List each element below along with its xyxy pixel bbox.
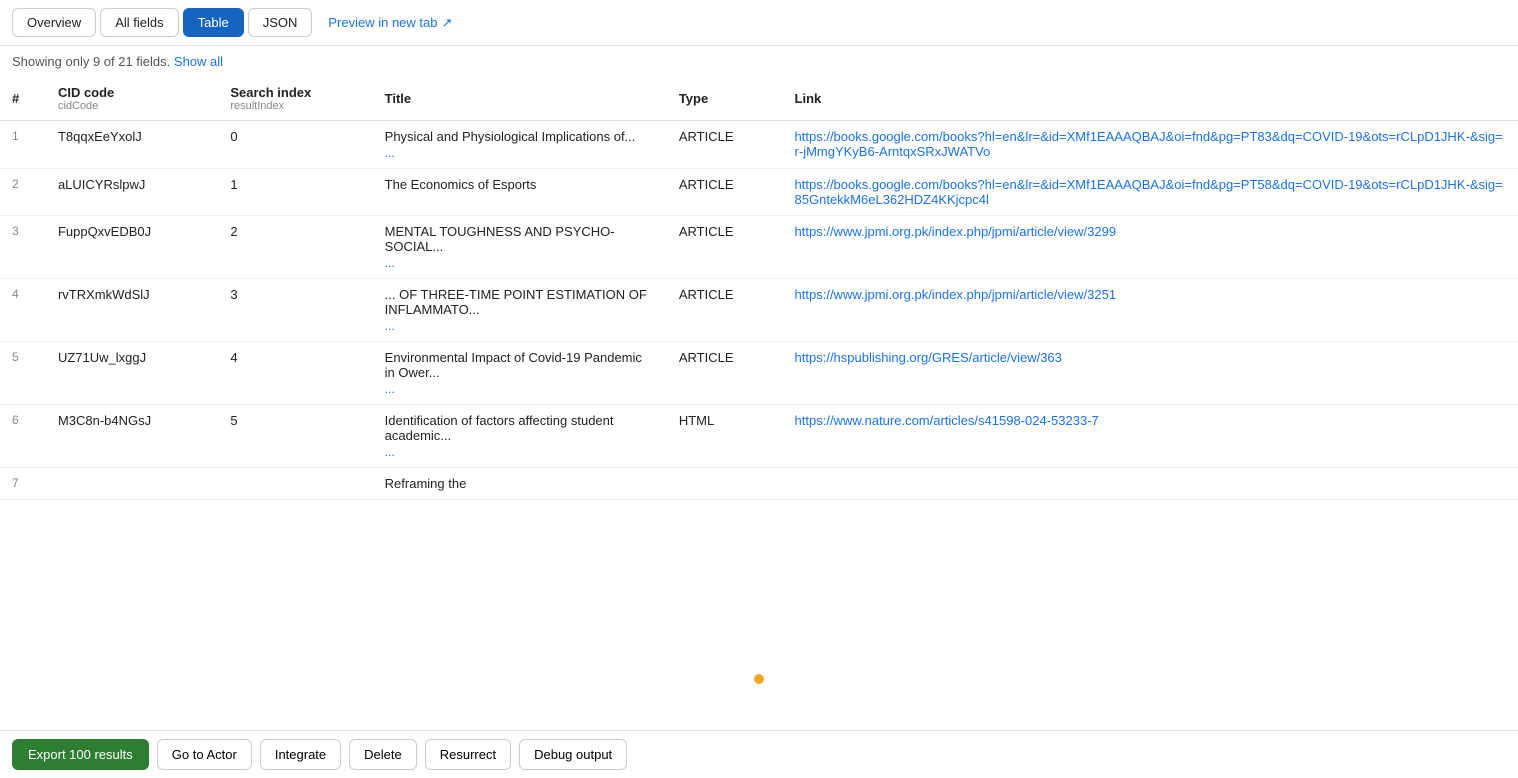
row-link[interactable]: https://www.nature.com/articles/s41598-0… <box>795 413 1099 428</box>
resurrect-button[interactable]: Resurrect <box>425 739 511 770</box>
cell-link: https://www.jpmi.org.pk/index.php/jpmi/a… <box>783 216 1518 279</box>
cell-link: https://books.google.com/books?hl=en&lr=… <box>783 121 1518 169</box>
expand-title[interactable]: ... <box>385 146 655 160</box>
table-body: 1T8qqxEeYxolJ0Physical and Physiological… <box>0 121 1518 500</box>
cell-cid <box>46 468 218 500</box>
debug-output-button[interactable]: Debug output <box>519 739 627 770</box>
cell-link <box>783 468 1518 500</box>
table-row: 4rvTRXmkWdSlJ3... OF THREE-TIME POINT ES… <box>0 279 1518 342</box>
row-link[interactable]: https://books.google.com/books?hl=en&lr=… <box>795 129 1503 159</box>
cell-title: Reframing the <box>373 468 667 500</box>
cell-num: 1 <box>0 121 46 169</box>
cell-type: ARTICLE <box>667 169 783 216</box>
cell-link: https://www.nature.com/articles/s41598-0… <box>783 405 1518 468</box>
export-button[interactable]: Export 100 results <box>12 739 149 770</box>
scroll-indicator <box>754 674 764 684</box>
cell-cid: M3C8n-b4NGsJ <box>46 405 218 468</box>
cell-num: 6 <box>0 405 46 468</box>
go-to-actor-button[interactable]: Go to Actor <box>157 739 252 770</box>
cell-type <box>667 468 783 500</box>
col-num: # <box>0 77 46 121</box>
cell-num: 4 <box>0 279 46 342</box>
cell-title: Physical and Physiological Implications … <box>373 121 667 169</box>
expand-title[interactable]: ... <box>385 445 655 459</box>
integrate-button[interactable]: Integrate <box>260 739 341 770</box>
fields-info-text: Showing only 9 of 21 fields. <box>12 54 170 69</box>
cell-index: 2 <box>218 216 372 279</box>
cell-num: 5 <box>0 342 46 405</box>
cell-index: 1 <box>218 169 372 216</box>
expand-title[interactable]: ... <box>385 256 655 270</box>
expand-title[interactable]: ... <box>385 319 655 333</box>
cell-link: https://hspublishing.org/GRES/article/vi… <box>783 342 1518 405</box>
external-link-icon: ↗ <box>441 15 452 31</box>
table-row: 5UZ71Uw_lxggJ4Environmental Impact of Co… <box>0 342 1518 405</box>
table-tab[interactable]: Table <box>183 8 244 37</box>
row-link[interactable]: https://hspublishing.org/GRES/article/vi… <box>795 350 1062 365</box>
cell-type: ARTICLE <box>667 342 783 405</box>
table-header-row: # CID codecidCode Search indexresultInde… <box>0 77 1518 121</box>
table-row: 7 Reframing the <box>0 468 1518 500</box>
cell-title: Identification of factors affecting stud… <box>373 405 667 468</box>
cell-link: https://www.jpmi.org.pk/index.php/jpmi/a… <box>783 279 1518 342</box>
cell-num: 3 <box>0 216 46 279</box>
all-fields-tab[interactable]: All fields <box>100 8 178 37</box>
cell-index: 3 <box>218 279 372 342</box>
cell-title: The Economics of Esports <box>373 169 667 216</box>
cell-index: 5 <box>218 405 372 468</box>
cell-index <box>218 468 372 500</box>
cell-cid: aLUICYRslpwJ <box>46 169 218 216</box>
cell-type: ARTICLE <box>667 216 783 279</box>
json-tab[interactable]: JSON <box>248 8 313 37</box>
cell-index: 0 <box>218 121 372 169</box>
data-table: # CID codecidCode Search indexresultInde… <box>0 77 1518 500</box>
row-link[interactable]: https://www.jpmi.org.pk/index.php/jpmi/a… <box>795 287 1117 302</box>
expand-title[interactable]: ... <box>385 382 655 396</box>
table-row: 2aLUICYRslpwJ1The Economics of EsportsAR… <box>0 169 1518 216</box>
cell-type: ARTICLE <box>667 121 783 169</box>
table-row: 6M3C8n-b4NGsJ5Identification of factors … <box>0 405 1518 468</box>
overview-tab[interactable]: Overview <box>12 8 96 37</box>
table-row: 1T8qqxEeYxolJ0Physical and Physiological… <box>0 121 1518 169</box>
cell-title: MENTAL TOUGHNESS AND PSYCHO-SOCIAL...... <box>373 216 667 279</box>
delete-button[interactable]: Delete <box>349 739 417 770</box>
cell-cid: rvTRXmkWdSlJ <box>46 279 218 342</box>
table-wrapper: # CID codecidCode Search indexresultInde… <box>0 77 1518 730</box>
col-cid: CID codecidCode <box>46 77 218 121</box>
cell-cid: T8qqxEeYxolJ <box>46 121 218 169</box>
cell-num: 7 <box>0 468 46 500</box>
cell-num: 2 <box>0 169 46 216</box>
cell-title: ... OF THREE-TIME POINT ESTIMATION OF IN… <box>373 279 667 342</box>
cell-cid: FuppQxvEDB0J <box>46 216 218 279</box>
toolbar: Overview All fields Table JSON Preview i… <box>0 0 1518 46</box>
cell-type: ARTICLE <box>667 279 783 342</box>
fields-info-bar: Showing only 9 of 21 fields. Show all <box>0 46 1518 77</box>
col-type: Type <box>667 77 783 121</box>
table-row: 3FuppQxvEDB0J2MENTAL TOUGHNESS AND PSYCH… <box>0 216 1518 279</box>
cell-link: https://books.google.com/books?hl=en&lr=… <box>783 169 1518 216</box>
cell-type: HTML <box>667 405 783 468</box>
cell-index: 4 <box>218 342 372 405</box>
preview-link-text: Preview in new tab <box>328 15 437 30</box>
col-link: Link <box>783 77 1518 121</box>
col-title: Title <box>373 77 667 121</box>
preview-link[interactable]: Preview in new tab ↗ <box>328 15 452 31</box>
row-link[interactable]: https://books.google.com/books?hl=en&lr=… <box>795 177 1503 207</box>
col-index: Search indexresultIndex <box>218 77 372 121</box>
row-link[interactable]: https://www.jpmi.org.pk/index.php/jpmi/a… <box>795 224 1117 239</box>
bottom-bar: Export 100 results Go to Actor Integrate… <box>0 730 1518 778</box>
show-all-link[interactable]: Show all <box>174 54 223 69</box>
cell-title: Environmental Impact of Covid-19 Pandemi… <box>373 342 667 405</box>
cell-cid: UZ71Uw_lxggJ <box>46 342 218 405</box>
